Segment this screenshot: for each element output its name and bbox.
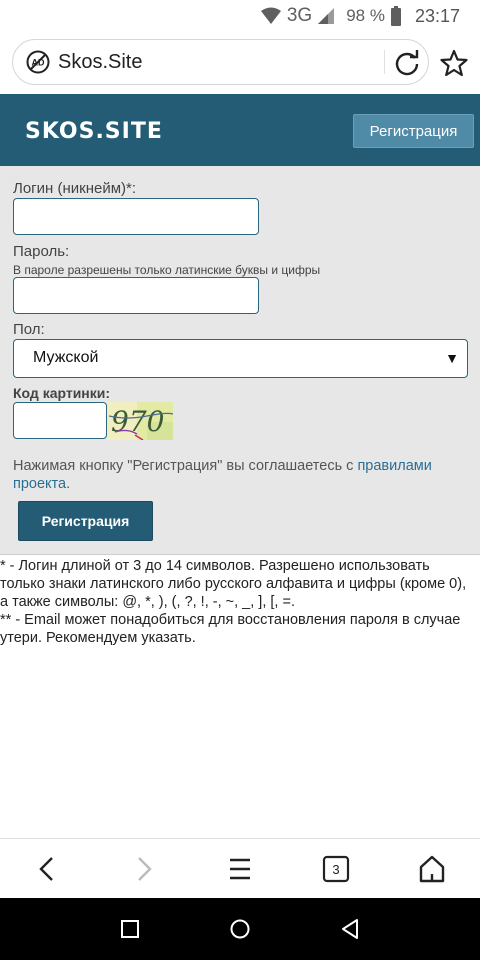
url-text[interactable]: Skos.Site bbox=[58, 51, 142, 74]
signal-icon bbox=[318, 8, 335, 24]
terms-end: . bbox=[66, 476, 71, 492]
battery-percent: 98 % bbox=[346, 6, 385, 25]
gender-selected-value: Мужской bbox=[33, 349, 99, 366]
terms-text: Нажимая кнопку "Регистрация" вы соглашае… bbox=[13, 458, 358, 474]
url-divider bbox=[384, 50, 385, 74]
status-bar: 3G 98 % 23:17 bbox=[0, 0, 480, 32]
battery-icon bbox=[390, 6, 401, 26]
password-label: Пароль: bbox=[13, 243, 70, 260]
svg-text:3: 3 bbox=[332, 862, 339, 877]
menu-icon[interactable] bbox=[224, 853, 256, 885]
clock: 23:17 bbox=[414, 5, 460, 26]
captcha-label: Код картинки: bbox=[13, 385, 111, 401]
captcha-image[interactable]: 970 bbox=[107, 402, 173, 440]
login-input[interactable] bbox=[13, 198, 259, 235]
header-register-button[interactable]: Регистрация bbox=[353, 114, 474, 148]
reload-icon[interactable] bbox=[393, 49, 421, 77]
system-navigation-bar bbox=[0, 898, 480, 960]
svg-text:SKOS.SITE: SKOS.SITE bbox=[25, 119, 163, 144]
address-bar[interactable]: AD Skos.Site bbox=[12, 39, 429, 85]
home-icon[interactable] bbox=[416, 853, 448, 885]
captcha-input[interactable] bbox=[13, 402, 107, 439]
browser-bottom-toolbar: 3 bbox=[0, 838, 480, 898]
ad-block-icon[interactable]: AD bbox=[26, 50, 50, 74]
network-type: 3G bbox=[286, 5, 313, 26]
dropdown-arrow-icon: ▼ bbox=[445, 350, 459, 366]
gender-select[interactable]: Мужской ▼ bbox=[13, 339, 468, 378]
svg-text:970: 970 bbox=[111, 405, 164, 438]
back-nav-icon[interactable] bbox=[338, 917, 362, 941]
tabs-icon[interactable]: 3 bbox=[320, 853, 352, 885]
email-note: ** - Email может понадобиться для восста… bbox=[0, 612, 461, 646]
browser-toolbar: AD Skos.Site bbox=[0, 32, 480, 94]
registration-form: Логин (никнейм)*: Пароль: В пароле разре… bbox=[0, 166, 480, 555]
login-label: Логин (никнейм)*: bbox=[13, 180, 137, 197]
terms-notice: Нажимая кнопку "Регистрация" вы соглашае… bbox=[13, 457, 473, 493]
wifi-icon bbox=[260, 7, 281, 24]
gender-label: Пол: bbox=[13, 321, 45, 338]
password-input[interactable] bbox=[13, 277, 259, 314]
password-hint: В пароле разрешены только латинские букв… bbox=[13, 263, 321, 277]
forward-icon[interactable] bbox=[128, 853, 160, 885]
back-icon[interactable] bbox=[31, 853, 63, 885]
bookmark-star-icon[interactable] bbox=[440, 49, 468, 77]
site-header: SKOS.SITE Регистрация bbox=[0, 94, 480, 166]
submit-register-button[interactable]: Регистрация bbox=[18, 501, 153, 541]
recent-apps-icon[interactable] bbox=[118, 917, 142, 941]
home-nav-icon[interactable] bbox=[228, 917, 252, 941]
footnotes: * - Логин длиной от 3 до 14 символов. Ра… bbox=[0, 557, 480, 647]
site-logo[interactable]: SKOS.SITE bbox=[25, 116, 185, 144]
login-rules-note: * - Логин длиной от 3 до 14 символов. Ра… bbox=[0, 558, 467, 610]
